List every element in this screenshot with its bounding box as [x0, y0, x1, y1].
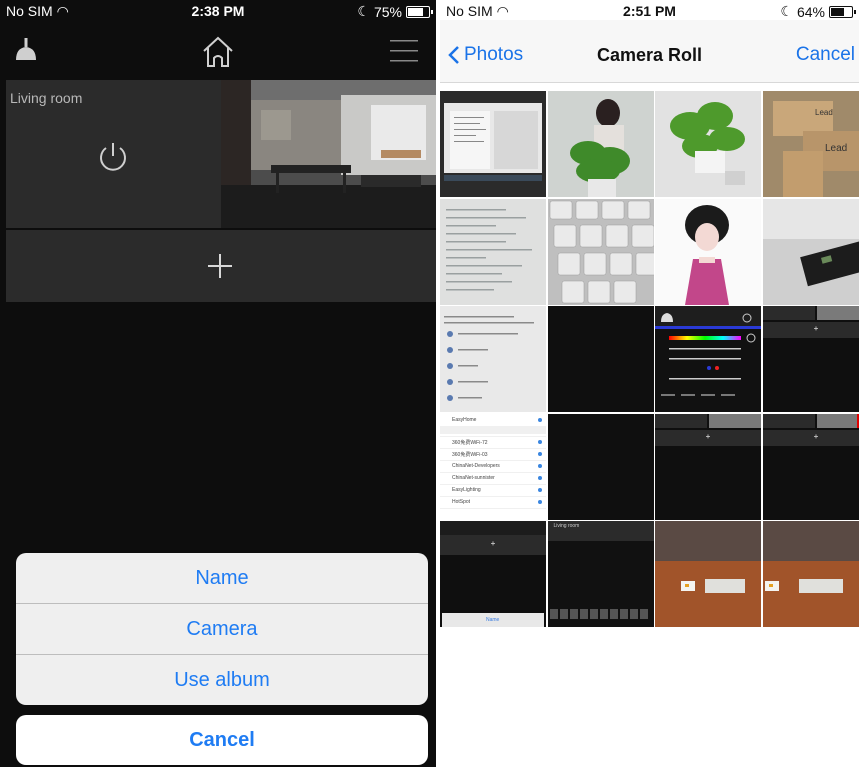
battery-percent: 64%: [796, 3, 825, 20]
photo-thumbnail[interactable]: EasyHome 360免费WiFi-72 360免费WiFi-03 China…: [440, 413, 546, 520]
status-bar: No SIM ◠ 2:51 PM ☾ 64%: [440, 0, 859, 20]
right-phone-screen: No SIM ◠ 2:51 PM ☾ 64% Photos Camera Rol…: [440, 0, 859, 767]
left-phone-screen: No SIM ◠ 2:38 PM ☾ 75% Living room Name …: [0, 0, 436, 767]
photo-thumbnail[interactable]: Living room: [547, 521, 654, 627]
add-room-tile[interactable]: [6, 230, 436, 302]
photo-thumbnail[interactable]: [655, 91, 761, 197]
photo-grid: Lead Lead EasyHome 360免费WiFi-72 360免费WiF…: [440, 91, 859, 627]
photo-thumbnail[interactable]: [655, 413, 761, 520]
wifi-network-name: HotSpot: [452, 498, 471, 505]
thumbnail-label: Name: [486, 617, 500, 623]
photo-thumbnail[interactable]: [547, 306, 654, 412]
plus-icon[interactable]: [206, 252, 234, 280]
action-sheet: Name Camera Use album Cancel: [16, 553, 428, 765]
wifi-network-name: ChinaNet-sunnister: [452, 474, 495, 481]
status-bar: No SIM ◠ 2:38 PM ☾ 75%: [0, 0, 436, 20]
room-tile[interactable]: Living room: [6, 80, 221, 228]
battery-icon: [406, 5, 433, 18]
box-label: Lead: [815, 108, 833, 117]
battery-status: ☾ 64%: [780, 3, 856, 20]
power-icon[interactable]: [96, 140, 130, 174]
top-toolbar: [0, 28, 436, 76]
menu-icon[interactable]: [390, 38, 418, 64]
navigation-bar: Photos Camera Roll Cancel: [440, 20, 859, 83]
photo-thumbnail[interactable]: [762, 306, 859, 412]
photo-thumbnail[interactable]: Lead Lead: [762, 91, 859, 197]
photo-thumbnail[interactable]: Name: [440, 521, 546, 627]
wifi-network-name: ChinaNet-Developers: [452, 462, 500, 469]
thumbnail-label: Living room: [553, 523, 580, 529]
action-sheet-options: Name Camera Use album: [16, 553, 428, 705]
photo-thumbnail[interactable]: [762, 413, 859, 520]
battery-percent: 75%: [373, 3, 402, 20]
cancel-button[interactable]: Cancel: [16, 715, 428, 765]
photo-thumbnail[interactable]: [655, 521, 761, 627]
room-name: Living room: [10, 90, 83, 106]
moon-icon: ☾: [357, 3, 370, 19]
camera-option-button[interactable]: Camera: [16, 604, 428, 655]
battery-icon: [829, 5, 856, 18]
wifi-network-name: EasyLighting: [452, 486, 481, 493]
lamp-icon[interactable]: [14, 38, 38, 64]
home-icon[interactable]: [200, 34, 236, 70]
photo-thumbnail[interactable]: [655, 198, 761, 305]
photo-thumbnail[interactable]: [440, 91, 546, 197]
photo-thumbnail[interactable]: [547, 413, 654, 520]
wifi-network-name: 360免费WiFi-72: [452, 439, 488, 446]
battery-status: ☾ 75%: [357, 3, 433, 20]
photo-thumbnail[interactable]: [547, 198, 654, 305]
photo-thumbnail[interactable]: [440, 198, 546, 305]
photo-thumbnail[interactable]: [762, 521, 859, 627]
wifi-network-name: EasyHome: [452, 416, 477, 423]
photo-thumbnail[interactable]: [440, 306, 546, 412]
use-album-option-button[interactable]: Use album: [16, 655, 428, 705]
photo-thumbnail[interactable]: [655, 306, 761, 412]
wifi-network-name: 360免费WiFi-03: [452, 451, 488, 458]
box-label: Lead: [825, 143, 847, 154]
moon-icon: ☾: [780, 3, 793, 19]
name-option-button[interactable]: Name: [16, 553, 428, 604]
cancel-button[interactable]: Cancel: [796, 44, 855, 66]
photo-thumbnail[interactable]: [547, 91, 654, 197]
photo-thumbnail[interactable]: [762, 198, 859, 305]
room-photo[interactable]: [221, 80, 436, 228]
